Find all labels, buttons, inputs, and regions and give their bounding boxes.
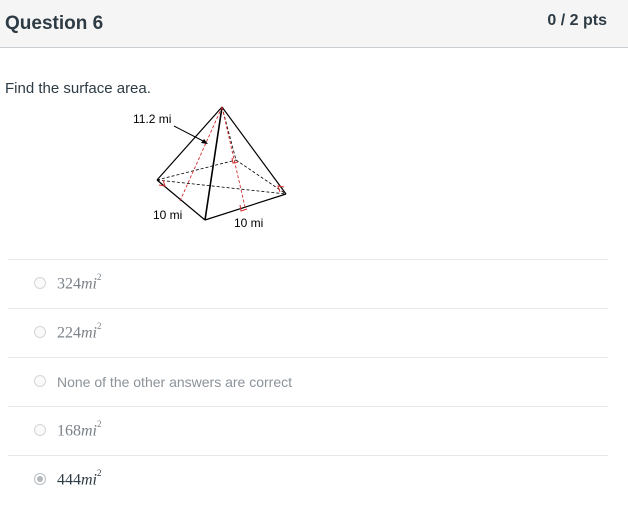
slant-height-label: 11.2 mi xyxy=(133,112,171,126)
answer-label: None of the other answers are correct xyxy=(57,374,293,390)
answer-option[interactable]: 324mi2 xyxy=(8,259,608,308)
answer-option-selected[interactable]: 444mi2 xyxy=(8,455,608,504)
answer-list: 324mi2 224mi2 None of the other answers … xyxy=(8,259,608,504)
answer-label: 168mi2 xyxy=(57,419,102,440)
pyramid-diagram: 11.2 mi 10 mi 10 mi xyxy=(133,106,287,230)
radio-button[interactable] xyxy=(34,326,46,338)
question-title: Question 6 xyxy=(5,13,104,34)
points-score: 0 / 2 pts xyxy=(547,12,607,29)
answer-option[interactable]: 224mi2 xyxy=(8,308,608,357)
question-header: Question 6 0 / 2 pts xyxy=(0,0,628,48)
answer-label: 224mi2 xyxy=(57,321,102,342)
answer-option[interactable]: 168mi2 xyxy=(8,406,608,455)
pyramid-figure: 11.2 mi 10 mi 10 mi xyxy=(120,96,310,236)
radio-button[interactable] xyxy=(34,424,46,436)
base-edge-label-right: 10 mi xyxy=(234,216,263,230)
radio-button[interactable] xyxy=(34,375,46,387)
radio-button-selected[interactable] xyxy=(34,473,46,485)
answer-label: 324mi2 xyxy=(57,272,102,293)
answer-option[interactable]: None of the other answers are correct xyxy=(8,357,608,406)
question-prompt: Find the surface area. xyxy=(5,80,151,97)
answer-label: 444mi2 xyxy=(57,468,102,489)
radio-button[interactable] xyxy=(34,277,46,289)
base-edge-label-left: 10 mi xyxy=(153,208,182,222)
